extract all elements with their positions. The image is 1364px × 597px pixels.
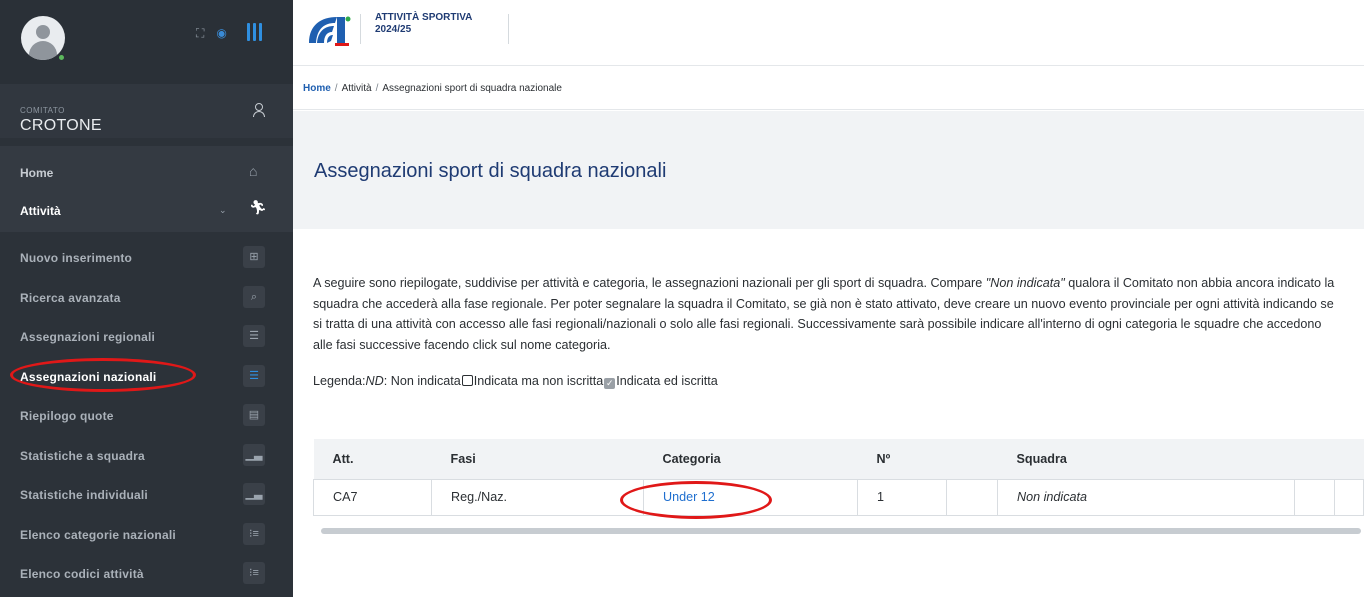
assignments-table: Att. Fasi Categoria Nº Squadra CA7 Reg./… bbox=[313, 439, 1364, 516]
chart-icon: ▁▃ bbox=[243, 444, 265, 466]
sidebar-item-riepilogo-quote[interactable]: Riepilogo quote ▤ bbox=[0, 396, 293, 434]
sidebar-item-ricerca-avanzata[interactable]: Ricerca avanzata ⌕ bbox=[0, 278, 293, 316]
comitato-label: COMITATO bbox=[20, 106, 65, 115]
table-row: CA7 Reg./Naz. Under 12 1 Non indicata bbox=[313, 478, 1364, 516]
comitato-name: CROTONE bbox=[20, 117, 102, 134]
cell-empty bbox=[946, 478, 998, 516]
cell-squadra: Non indicata bbox=[997, 478, 1295, 516]
sidebar-item-label: Statistiche individuali bbox=[20, 488, 148, 502]
plus-square-icon: ⊞ bbox=[243, 246, 265, 268]
numbered-list-icon: ⁝≡ bbox=[243, 523, 265, 545]
app-title: ATTIVITÀ SPORTIVA 2024/25 bbox=[375, 12, 472, 36]
col-header-fasi: Fasi bbox=[450, 451, 476, 466]
main-content: A seguire sono riepilogate, suddivise pe… bbox=[293, 229, 1364, 597]
sidebar-item-elenco-codici[interactable]: Elenco codici attività ⁝≡ bbox=[0, 554, 293, 592]
user-icon[interactable] bbox=[253, 103, 265, 117]
avatar-head-shape bbox=[36, 25, 50, 39]
page-header: Assegnazioni sport di squadra nazionali bbox=[293, 111, 1364, 229]
divider bbox=[360, 14, 361, 44]
sidebar-item-label: Nuovo inserimento bbox=[20, 251, 133, 265]
sidebar-item-statistiche-squadra[interactable]: Statistiche a squadra ▁▃ bbox=[0, 436, 293, 474]
fullscreen-icon[interactable]: ⛶ bbox=[196, 26, 204, 40]
breadcrumb-current: Assegnazioni sport di squadra nazionale bbox=[382, 83, 562, 94]
cell-att: CA7 bbox=[313, 478, 432, 516]
sidebar-item-assegnazioni-regionali[interactable]: Assegnazioni regionali ☰ bbox=[0, 317, 293, 355]
intro-paragraph: A seguire sono riepilogate, suddivise pe… bbox=[313, 276, 1335, 352]
breadcrumb: Home / Attività / Assegnazioni sport di squa… bbox=[303, 83, 562, 94]
numbered-list-icon: ⁝≡ bbox=[243, 562, 265, 584]
menu-toggle-icon[interactable] bbox=[247, 23, 262, 41]
legend: Legenda:ND: Non indicata Indicata ma non … bbox=[313, 374, 718, 389]
highlight-oval bbox=[620, 481, 772, 519]
checked-checkbox-icon: ✓ bbox=[604, 378, 616, 389]
col-header-numero: Nº bbox=[876, 451, 891, 466]
cell-empty bbox=[1294, 478, 1335, 516]
chevron-down-icon[interactable]: ⌄ bbox=[219, 205, 227, 216]
sidebar-item-label: Ricerca avanzata bbox=[20, 291, 121, 305]
cell-fasi: Reg./Naz. bbox=[431, 478, 644, 516]
top-header: ATTIVITÀ SPORTIVA 2024/25 bbox=[293, 0, 1364, 66]
app-title-line1: ATTIVITÀ SPORTIVA bbox=[375, 12, 473, 23]
sidebar-item-label: Statistiche a squadra bbox=[20, 449, 145, 463]
sidebar-item-label: Assegnazioni regionali bbox=[20, 330, 156, 344]
avatar[interactable] bbox=[21, 16, 65, 60]
sidebar-item-label: Riepilogo quote bbox=[20, 409, 114, 423]
sidebar: ⛶ ◉ COMITATO CROTONE Home ⌂ Attività ⌄ 🏃… bbox=[0, 0, 293, 597]
list-icon: ☰ bbox=[243, 365, 265, 387]
col-header-empty bbox=[1335, 439, 1364, 479]
cell-numero: 1 bbox=[857, 478, 947, 516]
chart-icon: ▁▃ bbox=[243, 483, 265, 505]
sidebar-item-label: Elenco codici attività bbox=[20, 567, 144, 581]
target-icon[interactable]: ◉ bbox=[216, 26, 226, 40]
table-header-row: Att. Fasi Categoria Nº Squadra bbox=[313, 439, 1364, 479]
search-icon: ⌕ bbox=[243, 286, 265, 308]
col-header-categoria: Categoria bbox=[662, 451, 721, 466]
main-nav bbox=[0, 146, 293, 232]
list-icon: ☰ bbox=[243, 325, 265, 347]
col-header-att: Att. bbox=[332, 451, 354, 466]
sidebar-item-elenco-categorie[interactable]: Elenco categorie nazionali ⁝≡ bbox=[0, 515, 293, 553]
comitato-box: COMITATO CROTONE bbox=[0, 84, 293, 138]
horizontal-scrollbar[interactable] bbox=[321, 528, 1361, 534]
app-title-line2: 2024/25 bbox=[375, 24, 412, 35]
avatar-body-shape bbox=[29, 41, 57, 60]
online-status-dot bbox=[58, 54, 65, 61]
sidebar-item-statistiche-individuali[interactable]: Statistiche individuali ▁▃ bbox=[0, 475, 293, 513]
sidebar-top: ⛶ ◉ bbox=[0, 0, 293, 84]
breadcrumb-attivita[interactable]: Attività bbox=[342, 83, 372, 94]
divider bbox=[508, 14, 509, 44]
runner-icon: 🏃︎ bbox=[249, 199, 267, 215]
col-header-empty bbox=[947, 439, 998, 479]
csi-logo[interactable] bbox=[307, 13, 351, 47]
card-icon: ▤ bbox=[243, 404, 265, 426]
page-title: Assegnazioni sport di squadra nazionali bbox=[314, 160, 667, 182]
sidebar-item-nuovo-inserimento[interactable]: Nuovo inserimento ⊞ bbox=[0, 238, 293, 276]
col-header-empty bbox=[1295, 439, 1335, 479]
col-header-squadra: Squadra bbox=[1016, 451, 1067, 466]
sidebar-item-label: Elenco categorie nazionali bbox=[20, 528, 176, 542]
cell-empty bbox=[1334, 478, 1364, 516]
empty-checkbox-icon bbox=[461, 375, 473, 386]
home-icon: ⌂ bbox=[249, 163, 258, 179]
highlight-oval bbox=[10, 358, 196, 392]
breadcrumb-bar: Home / Attività / Assegnazioni sport di squa… bbox=[293, 66, 1364, 110]
breadcrumb-home[interactable]: Home bbox=[303, 83, 331, 94]
top-icons: ⛶ ◉ bbox=[196, 26, 227, 40]
nav-item-home[interactable]: Home bbox=[20, 166, 53, 180]
nav-item-attivita[interactable]: Attività bbox=[20, 204, 61, 218]
